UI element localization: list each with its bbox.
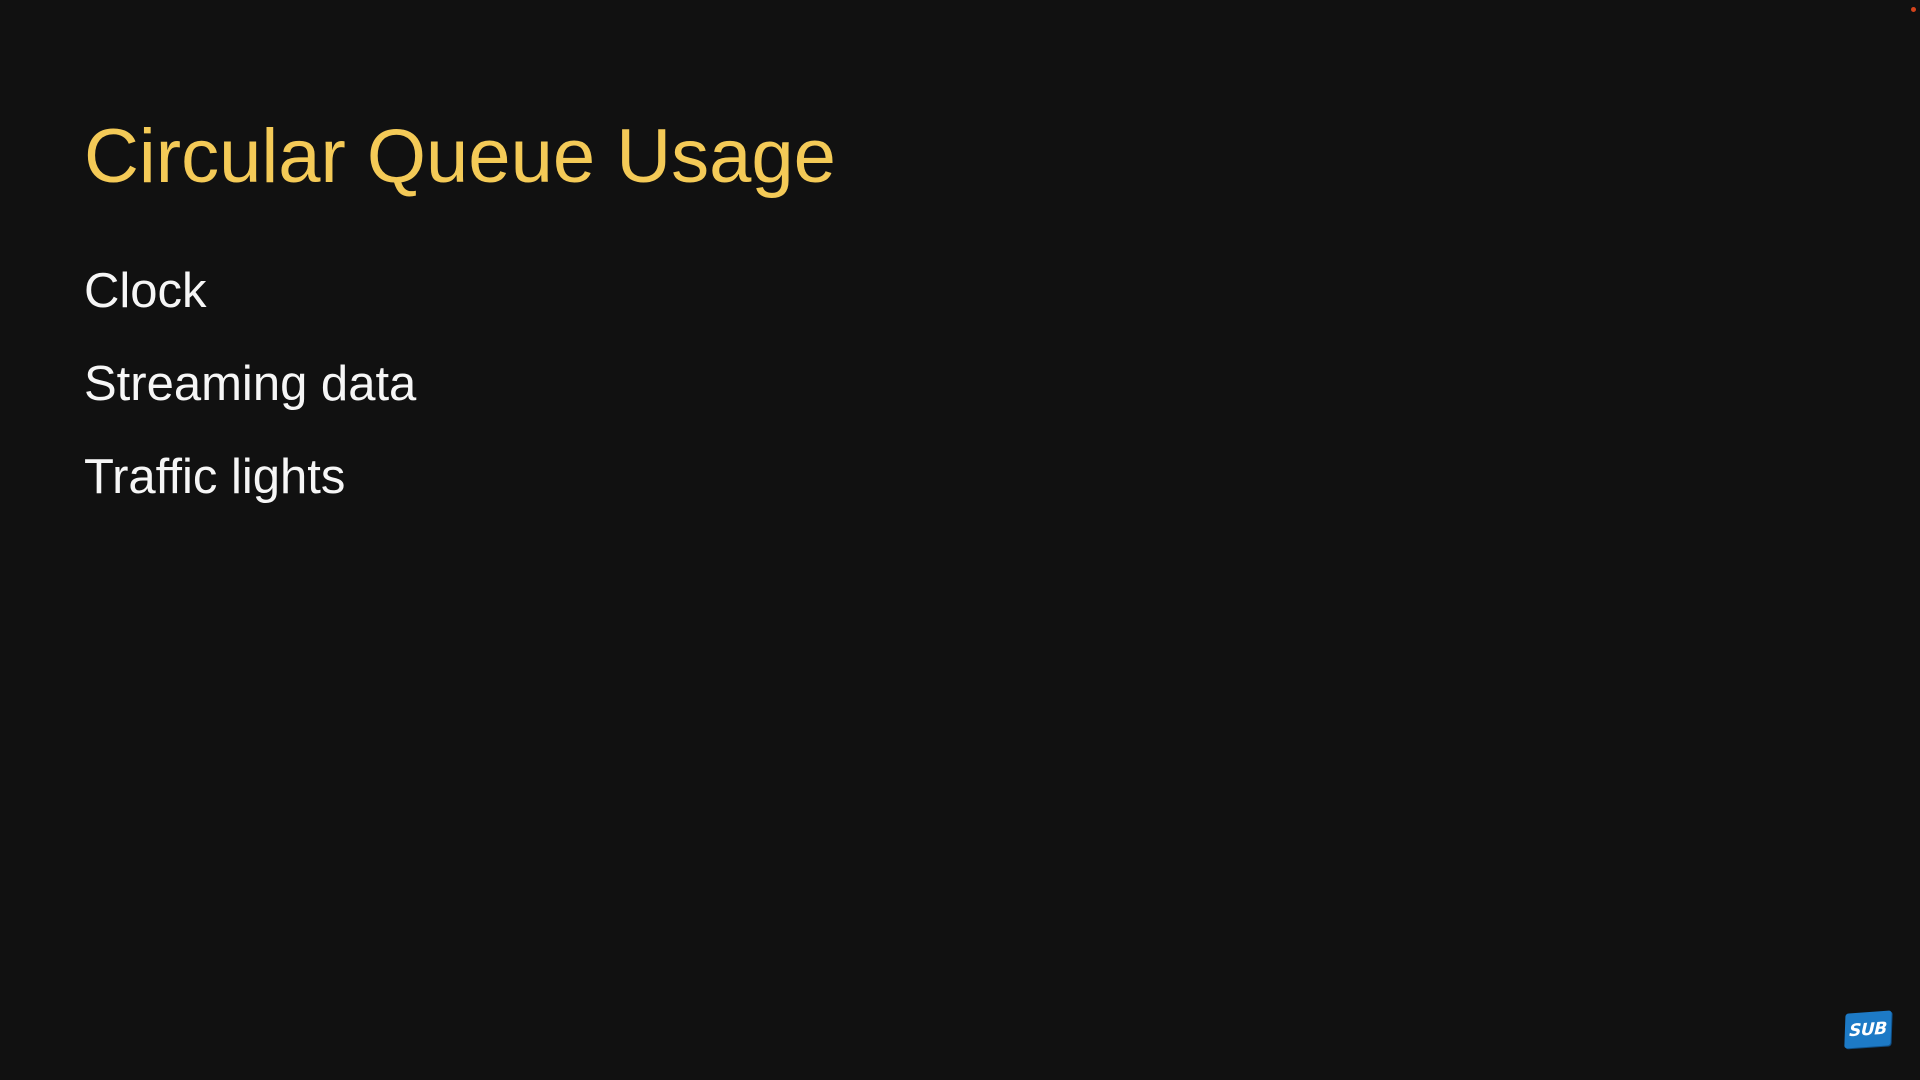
slide-title: Circular Queue Usage	[84, 114, 836, 199]
bullet-item-traffic-lights: Traffic lights	[84, 450, 346, 504]
subscribe-badge-icon[interactable]: SUB	[1844, 1010, 1892, 1049]
slide: Circular Queue Usage Clock Streaming dat…	[0, 0, 1920, 1080]
recording-dot-icon	[1911, 7, 1916, 12]
bullet-item-streaming-data: Streaming data	[84, 357, 417, 411]
subscribe-badge-label: SUB	[1848, 1018, 1888, 1041]
bullet-list: Clock Streaming data Traffic lights	[84, 262, 416, 541]
bullet-item-clock: Clock	[84, 264, 207, 318]
